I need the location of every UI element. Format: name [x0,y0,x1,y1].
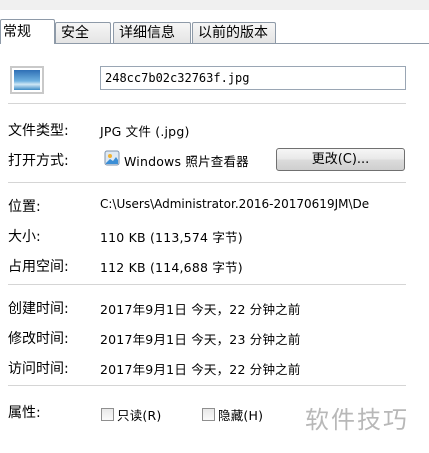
attributes-label: 属性: [8,405,41,421]
separator [8,182,406,183]
hidden-checkbox[interactable] [202,408,215,421]
open-with-label: 打开方式: [8,153,69,169]
file-name-input[interactable]: 248cc7b02c32763f.jpg [100,66,406,90]
created-value: 2017年9月1日 今天，22 分钟之前 [100,302,301,317]
jpg-image-icon [10,66,44,94]
tab-details[interactable]: 详细信息 [113,22,191,43]
file-type-label: 文件类型: [8,123,69,139]
separator [8,284,406,285]
separator [8,103,406,104]
separator [8,385,406,386]
modified-label: 修改时间: [8,331,69,347]
tab-security[interactable]: 安全 [55,22,111,43]
size-value: 110 KB (113,574 字节) [100,230,243,245]
watermark-text: 软件技巧 [305,406,409,434]
open-with-app-name: Windows 照片查看器 [124,154,249,169]
photo-viewer-icon [104,150,120,166]
accessed-label: 访问时间: [8,361,69,377]
created-label: 创建时间: [8,301,69,317]
size-on-disk-label: 占用空间: [8,259,69,275]
general-tab-panel: 248cc7b02c32763f.jpg 文件类型: JPG 文件 (.jpg)… [0,44,429,453]
readonly-checkbox[interactable] [101,408,114,421]
accessed-value: 2017年9月1日 今天，22 分钟之前 [100,362,301,377]
size-label: 大小: [8,229,41,245]
readonly-checkbox-label[interactable]: 只读(R) [117,405,161,424]
size-on-disk-value: 112 KB (114,688 字节) [100,260,243,275]
tab-general[interactable]: 常规 [0,19,55,44]
change-button[interactable]: 更改(C)... [276,148,405,171]
location-value: C:\Users\Administrator.2016-20170619JM\D… [100,197,370,211]
window-top-strip [0,0,429,10]
location-label: 位置: [8,199,41,215]
hidden-checkbox-label[interactable]: 隐藏(H) [218,405,263,424]
modified-value: 2017年9月1日 今天，23 分钟之前 [100,332,301,347]
file-type-value: JPG 文件 (.jpg) [100,124,190,139]
tab-bar: 常规 安全 详细信息 以前的版本 [0,10,429,44]
tab-previous-versions[interactable]: 以前的版本 [192,22,276,43]
